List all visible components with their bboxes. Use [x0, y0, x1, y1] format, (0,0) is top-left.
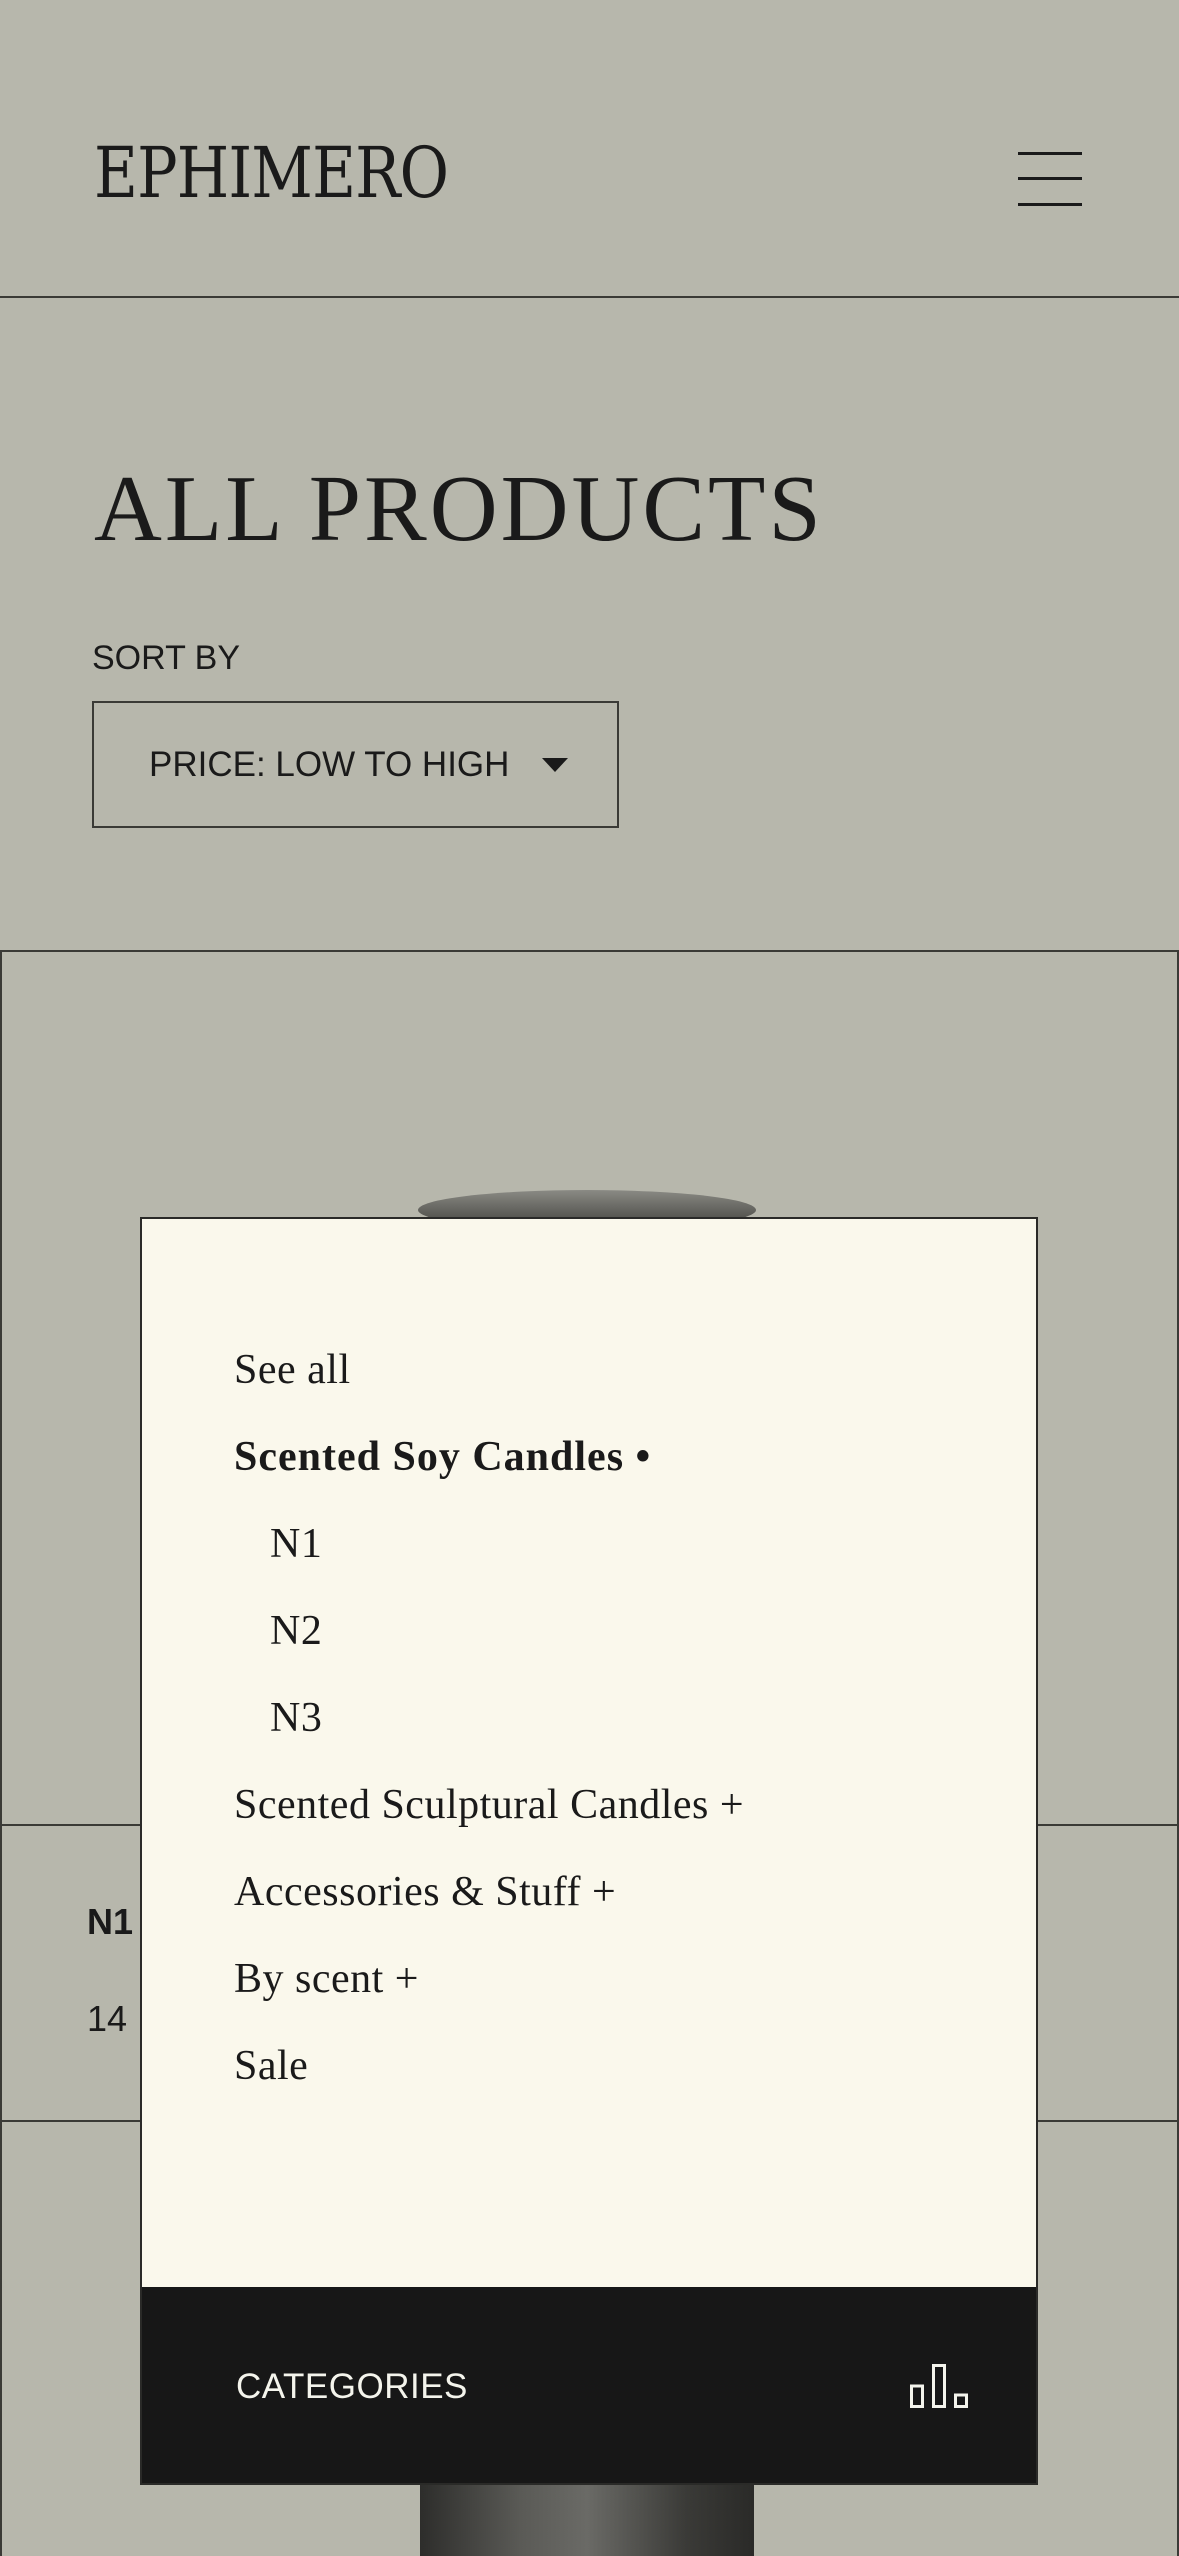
sort-label: SORT BY — [92, 639, 241, 677]
menu-line — [1018, 203, 1082, 206]
product-price: 14 — [87, 1998, 128, 2039]
categories-label: CATEGORIES — [236, 2367, 468, 2406]
grid-divider — [0, 950, 2, 2556]
category-list: See all Scented Soy Candles • N1 N2 N3 S… — [234, 1349, 744, 2132]
categories-popup: See all Scented Soy Candles • N1 N2 N3 S… — [140, 1217, 1038, 2485]
category-n3[interactable]: N3 — [234, 1697, 744, 1784]
sort-selected-value: PRICE: LOW TO HIGH — [149, 745, 510, 784]
category-sale[interactable]: Sale — [234, 2045, 744, 2132]
grid-divider — [0, 950, 1179, 952]
category-scented-sculptural-candles[interactable]: Scented Sculptural Candles + — [234, 1784, 744, 1871]
page-title: ALL PRODUCTS — [94, 457, 824, 561]
sort-select[interactable]: PRICE: LOW TO HIGH — [92, 701, 619, 828]
site-header: EPHIMERO — [0, 0, 1179, 298]
categories-toggle-bar[interactable]: CATEGORIES — [142, 2287, 1036, 2483]
product-name[interactable]: N1 — [87, 1904, 133, 1940]
category-by-scent[interactable]: By scent + — [234, 1958, 744, 2045]
menu-line — [1018, 152, 1082, 155]
category-scented-soy-candles[interactable]: Scented Soy Candles • — [234, 1436, 744, 1523]
brand-logo[interactable]: EPHIMERO — [94, 138, 449, 208]
caret-down-icon — [542, 758, 568, 772]
product-image-candle[interactable] — [420, 2484, 754, 2556]
bar-chart-icon[interactable] — [910, 2364, 968, 2408]
category-n2[interactable]: N2 — [234, 1610, 744, 1697]
hamburger-menu-icon[interactable] — [1018, 150, 1082, 208]
menu-line — [1018, 177, 1082, 180]
category-accessories[interactable]: Accessories & Stuff + — [234, 1871, 744, 1958]
category-n1[interactable]: N1 — [234, 1523, 744, 1610]
category-see-all[interactable]: See all — [234, 1349, 744, 1436]
